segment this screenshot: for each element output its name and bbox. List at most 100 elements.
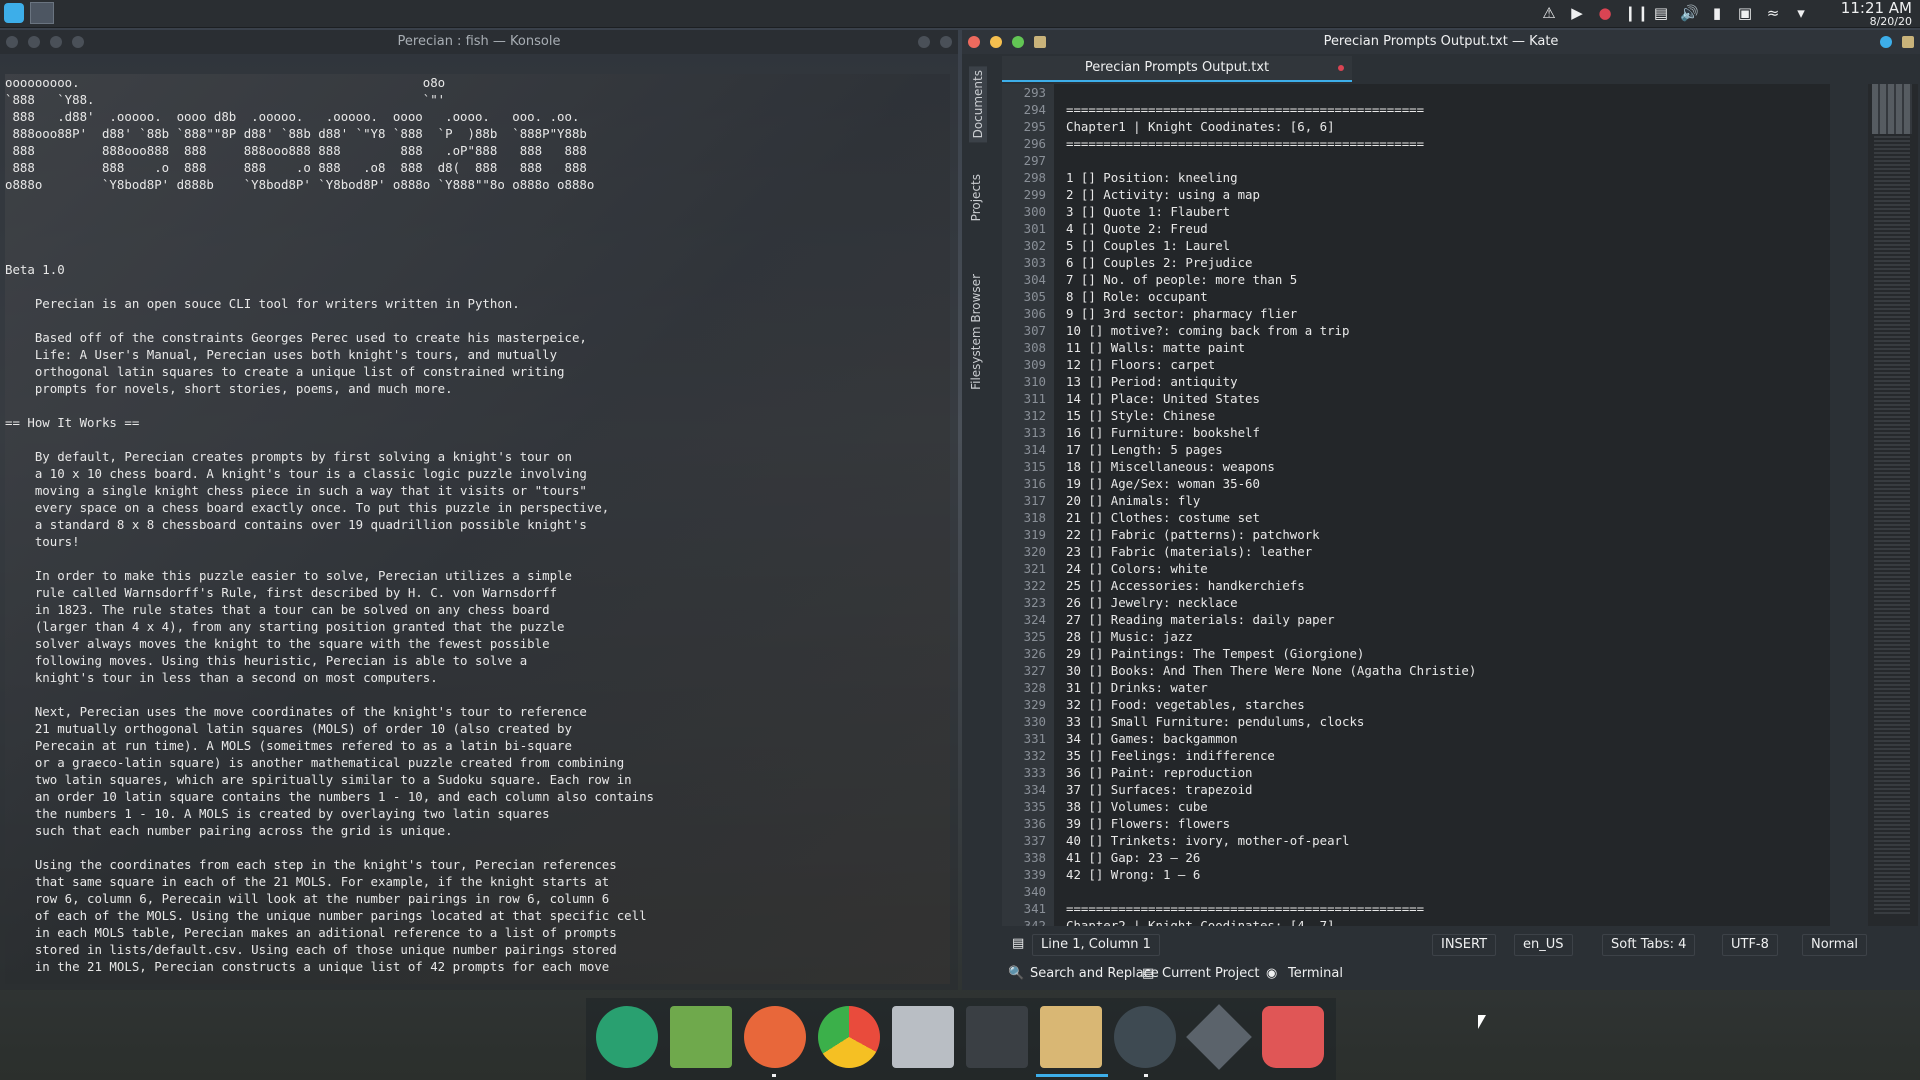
- tray-expand-icon[interactable]: ▾: [1792, 4, 1810, 22]
- code-line: 36 [] Paint: reproduction: [1066, 765, 1253, 780]
- chrome-icon[interactable]: [818, 1006, 880, 1068]
- doc-menu-icon[interactable]: ▤: [1008, 934, 1028, 954]
- sidebar-tab-documents[interactable]: Documents: [969, 66, 987, 143]
- firefox-icon[interactable]: [744, 1006, 806, 1068]
- close-icon[interactable]: [6, 36, 18, 48]
- code-line: 15 [] Style: Chinese: [1066, 408, 1216, 423]
- virtual-desktop-pager[interactable]: [30, 2, 54, 24]
- line-number: 296: [1023, 136, 1046, 151]
- kate-window: Perecian Prompts Output.txt — Kate Docum…: [962, 30, 1920, 990]
- text-editor-area[interactable]: 293 294 295 296 297 298 299 300 301 302 303 304 305 3…: [1002, 84, 1830, 926]
- encoding-select[interactable]: UTF-8: [1722, 934, 1778, 956]
- document-text[interactable]: ========================================…: [1066, 84, 1476, 926]
- terminal-line: solver always moves the knight to the sq…: [5, 636, 550, 651]
- maximize-icon[interactable]: [1012, 36, 1024, 48]
- usb-icon[interactable]: [966, 1006, 1028, 1068]
- line-number: 336: [1023, 816, 1046, 831]
- terminal-line: row 6, column 6, Perecain will look at t…: [5, 891, 610, 906]
- shade-icon[interactable]: [940, 36, 952, 48]
- toolview-search-replace[interactable]: Search and Replace: [1030, 964, 1159, 984]
- kate-app-icon[interactable]: [1034, 36, 1046, 48]
- tab-perecian-prompts-output[interactable]: Perecian Prompts Output.txt: [1002, 56, 1352, 82]
- status-bar: ▤ Line 1, Column 1 INSERT en_US Soft Tab…: [1002, 930, 1920, 958]
- alert-icon[interactable]: ●: [1596, 4, 1614, 22]
- code-line: 4 [] Quote 2: Freud: [1066, 221, 1208, 236]
- keep-above-icon[interactable]: [918, 36, 930, 48]
- toolview-terminal[interactable]: Terminal: [1288, 964, 1343, 984]
- terminal-line: every space on a chess board exactly onc…: [5, 500, 610, 515]
- kate-titlebar[interactable]: Perecian Prompts Output.txt — Kate: [962, 30, 1920, 54]
- code-line: 38 [] Volumes: cube: [1066, 799, 1208, 814]
- system-monitor-icon[interactable]: [596, 1006, 658, 1068]
- code-line: 7 [] No. of people: more than 5: [1066, 272, 1298, 287]
- line-number: 322: [1023, 578, 1046, 593]
- spellcheck-language-select[interactable]: en_US: [1514, 934, 1573, 956]
- line-number: 339: [1023, 867, 1046, 882]
- input-mode-select[interactable]: Normal: [1802, 934, 1868, 956]
- code-line: Chapter1 | Knight Coodinates: [6, 6]: [1066, 119, 1335, 134]
- media-player-icon[interactable]: ▶: [1568, 4, 1586, 22]
- line-number: 308: [1023, 340, 1046, 355]
- terminal-line: Life: A User's Manual, Perecian uses bot…: [5, 347, 558, 362]
- terminal-line: tours!: [5, 534, 80, 549]
- line-number: 323: [1023, 595, 1046, 610]
- volume-icon[interactable]: 🔊: [1680, 4, 1699, 22]
- minimize-icon[interactable]: [28, 36, 40, 48]
- minimap-scrollbar[interactable]: [1868, 84, 1918, 926]
- code-line: 30 [] Books: And Then There Were None (A…: [1066, 663, 1477, 678]
- storage-icon[interactable]: ▣: [1736, 4, 1754, 22]
- code-line: 3 [] Quote 1: Flaubert: [1066, 204, 1231, 219]
- terminal-output[interactable]: ooooooooo. o8o `888 `Y88. `"' 888 .d88' .…: [5, 74, 950, 984]
- clipboard-icon[interactable]: ▤: [1652, 4, 1670, 22]
- indentation-select[interactable]: Soft Tabs: 4: [1602, 934, 1696, 956]
- minimize-icon[interactable]: [990, 36, 1002, 48]
- terminal-line: prompts for novels, short stories, poems…: [5, 381, 453, 396]
- code-line: Chapter2 | Knight Coodinates: [4, 7]: [1066, 918, 1335, 926]
- dock-panel: [586, 998, 1336, 1080]
- line-number: 310: [1023, 374, 1046, 389]
- files-icon[interactable]: [670, 1006, 732, 1068]
- line-number: 303: [1023, 255, 1046, 270]
- line-number: 302: [1023, 238, 1046, 253]
- terminal-line: of each of the MOLS. Using the unique nu…: [5, 908, 647, 923]
- keep-above-icon[interactable]: [1880, 36, 1892, 48]
- toolview-current-project[interactable]: Current Project: [1162, 964, 1259, 984]
- mail-icon[interactable]: [892, 1006, 954, 1068]
- cursor-position[interactable]: Line 1, Column 1: [1032, 934, 1160, 956]
- menu-icon[interactable]: [72, 36, 84, 48]
- battery-icon[interactable]: ▮: [1708, 4, 1726, 22]
- edit-mode-indicator[interactable]: INSERT: [1432, 934, 1497, 956]
- maximize-icon[interactable]: [50, 36, 62, 48]
- terminal-icon[interactable]: [1114, 1006, 1176, 1068]
- terminal-icon: ◉: [1266, 966, 1278, 981]
- terminal-line: In order to make this puzzle easier to s…: [5, 568, 572, 583]
- digital-clock[interactable]: 11:21 AM 8/20/20: [1841, 0, 1912, 27]
- terminal-line: in the 21 MOLS, Perecian constructs a un…: [5, 959, 610, 974]
- kate-right-controls: [1880, 36, 1914, 48]
- settings-icon[interactable]: [1186, 1004, 1252, 1070]
- minimap-viewport[interactable]: [1872, 84, 1912, 134]
- app-launcher-icon[interactable]: [4, 3, 24, 23]
- running-indicator: [772, 1074, 776, 1077]
- terminal-line: o888o `Y8bod8P' d888b `Y8bod8P' `Y8bod8P…: [5, 177, 595, 192]
- sidebar-tab-projects[interactable]: Projects: [969, 174, 983, 221]
- konsole-titlebar[interactable]: Perecian : fish — Konsole: [0, 30, 958, 54]
- code-line: 10 [] motive?: coming back from a trip: [1066, 323, 1350, 338]
- sidebar-tab-filesystem-browser[interactable]: Filesystem Browser: [969, 274, 983, 390]
- notifications-icon[interactable]: ⚠: [1540, 4, 1558, 22]
- close-icon[interactable]: [968, 36, 980, 48]
- text-editor-icon[interactable]: [1040, 1006, 1102, 1068]
- line-number: 319: [1023, 527, 1046, 542]
- document-tabbar: Perecian Prompts Output.txt: [1002, 56, 1920, 82]
- line-number: 311: [1023, 391, 1046, 406]
- pin-icon[interactable]: [1902, 36, 1914, 48]
- wifi-icon[interactable]: ≈: [1764, 4, 1782, 22]
- line-number: 328: [1023, 680, 1046, 695]
- pause-icon[interactable]: ❙❙: [1624, 4, 1649, 22]
- trash-icon[interactable]: [1262, 1006, 1324, 1068]
- line-number: 300: [1023, 204, 1046, 219]
